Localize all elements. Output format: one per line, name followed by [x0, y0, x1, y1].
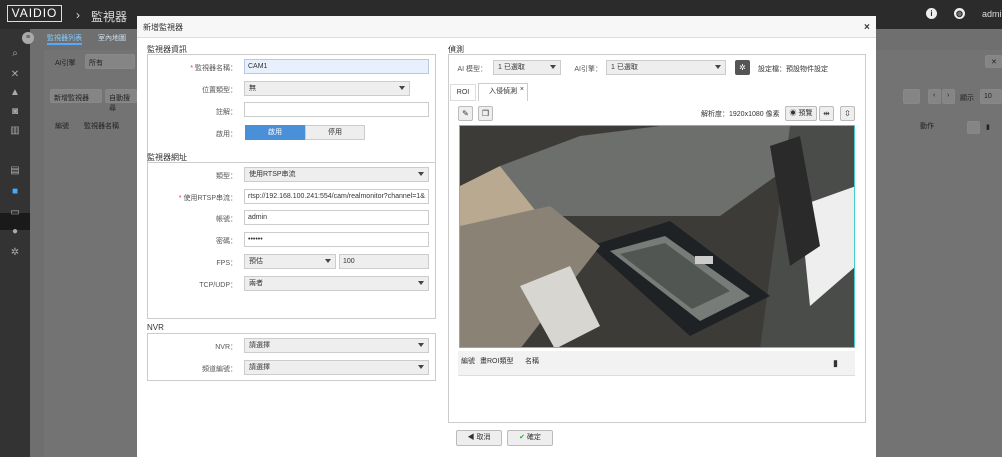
- channel-select[interactable]: 請選擇: [244, 360, 429, 375]
- tab-roi[interactable]: ROI: [450, 84, 476, 101]
- chevron-down-icon: [418, 343, 424, 347]
- rtsp-label: * 使用RTSP串流：: [178, 195, 237, 202]
- app-logo: VAIDIO: [7, 5, 62, 22]
- roi-col-type: 畫ROI類型: [480, 358, 514, 365]
- roi-col-name: 名稱: [525, 358, 539, 365]
- account-input[interactable]: admin: [244, 210, 429, 225]
- fps-value-input[interactable]: 100: [339, 254, 429, 269]
- chevron-down-icon: [418, 172, 424, 176]
- confirm-button[interactable]: ✔ 確定: [507, 430, 553, 446]
- chevron-down-icon: [418, 365, 424, 369]
- bg-col-id: 編號: [55, 123, 69, 130]
- preview-button[interactable]: ◉ 預覽: [785, 106, 817, 121]
- channel-label: 頻道編號：: [202, 366, 237, 373]
- face-scan-icon[interactable]: ◙: [8, 106, 22, 118]
- chevron-down-icon: [325, 259, 331, 263]
- bell-icon[interactable]: ▲: [8, 87, 22, 99]
- nvr-title: NVR: [147, 323, 164, 332]
- nvr-label: NVR：: [215, 344, 237, 351]
- url-type-select[interactable]: 使用RTSP串流: [244, 167, 429, 182]
- ai-engine-label: AI引擎：: [574, 66, 602, 73]
- chevron-down-icon: [418, 281, 424, 285]
- gear-icon[interactable]: ✲: [735, 60, 750, 75]
- breadcrumb-arrow: ›: [76, 8, 80, 22]
- bg-tab-indoor-map[interactable]: 室內地圖: [98, 33, 126, 43]
- location-type-select[interactable]: 無: [244, 81, 410, 96]
- chevron-down-icon: [715, 65, 721, 69]
- add-camera-modal: 新增監視器 × 監視器資訊 * 監視器名稱： CAM1 位置類型： 無 註解： …: [137, 16, 876, 457]
- modal-close-button[interactable]: ×: [864, 22, 870, 33]
- modal-title: 新增監視器: [143, 23, 183, 32]
- config-label: 設定檔：預設物件設定: [758, 66, 828, 73]
- password-input[interactable]: ••••••: [244, 232, 429, 247]
- copy-icon[interactable]: ❐: [478, 106, 493, 121]
- bg-prev-page-button[interactable]: ‹: [928, 89, 941, 104]
- enable-label: 啟用：: [216, 131, 237, 138]
- cancel-button[interactable]: ◀ 取消: [456, 430, 502, 446]
- nvr-select[interactable]: 請選擇: [244, 338, 429, 353]
- note-input[interactable]: [244, 102, 429, 117]
- resolution-text: 解析度：1920x1080 像素: [701, 111, 780, 118]
- enable-on-toggle[interactable]: 啟用: [245, 125, 305, 140]
- ai-engine-select[interactable]: 1 已選取: [606, 60, 726, 75]
- close-icon[interactable]: ×: [520, 82, 524, 98]
- password-label: 密碼：: [216, 238, 237, 245]
- bg-export-icon[interactable]: [903, 89, 920, 104]
- bg-show-label: 顯示: [960, 95, 974, 102]
- bg-ai-engine-select[interactable]: 所有: [85, 54, 135, 69]
- chart-icon[interactable]: ▥: [8, 125, 22, 137]
- globe-icon[interactable]: ◍: [954, 8, 965, 19]
- note-label: 註解：: [216, 109, 237, 116]
- bg-col-name: 監視器名稱: [84, 123, 119, 130]
- flip-horizontal-icon[interactable]: ⇹: [819, 106, 834, 121]
- server-icon[interactable]: ▭: [8, 207, 22, 219]
- roi-table-header: 編號 畫ROI類型 名稱 ▮: [458, 351, 855, 376]
- bg-add-camera-button[interactable]: 新增監視器: [50, 89, 102, 103]
- eye-icon: ◉: [789, 110, 797, 117]
- user-icon[interactable]: ●: [8, 226, 22, 238]
- bg-select-all-checkbox[interactable]: [967, 121, 980, 134]
- bg-next-page-button[interactable]: ›: [942, 89, 955, 104]
- protocol-label: TCP/UDP：: [199, 282, 237, 289]
- bg-close-icon[interactable]: ✕: [985, 55, 1002, 68]
- bg-ai-engine-label: AI引擎: [55, 60, 76, 67]
- location-type-label: 位置類型：: [202, 87, 237, 94]
- protocol-select[interactable]: 兩者: [244, 276, 429, 291]
- url-type-label: 類型：: [216, 173, 237, 180]
- user-menu[interactable]: admin: [982, 9, 1002, 19]
- pencil-icon[interactable]: ✎: [458, 106, 473, 121]
- roi-col-id: 編號: [461, 358, 475, 365]
- camera-icon[interactable]: ■: [8, 186, 22, 198]
- enable-off-toggle[interactable]: 停用: [305, 125, 365, 140]
- rtsp-url-input[interactable]: rtsp://192.168.100.241:554/cam/realmonit…: [244, 189, 429, 204]
- ai-model-label: AI 模型：: [457, 66, 487, 73]
- fps-label: FPS：: [216, 260, 237, 267]
- bg-tab-camera-list[interactable]: 監視器列表: [47, 33, 82, 45]
- page-title: 監視器: [91, 10, 128, 24]
- bg-col-action: 動作: [920, 123, 934, 130]
- menu-toggle-icon[interactable]: ≡: [22, 32, 34, 44]
- tab-intrusion[interactable]: 入侵偵測 ×: [478, 83, 528, 101]
- bg-trash-icon[interactable]: ▮: [986, 123, 990, 131]
- search-icon[interactable]: ⌕: [8, 48, 22, 60]
- flip-vertical-icon[interactable]: ⇳: [840, 106, 855, 121]
- modal-header: 新增監視器 ×: [137, 16, 876, 38]
- account-label: 帳號：: [216, 216, 237, 223]
- camera-frame-illustration: [460, 126, 854, 347]
- tools-icon[interactable]: ✕: [8, 69, 22, 81]
- document-icon[interactable]: ▤: [8, 165, 22, 177]
- camera-preview-image[interactable]: [459, 125, 855, 348]
- camera-name-input[interactable]: CAM1: [244, 59, 429, 74]
- settings-icon[interactable]: ✲: [8, 247, 22, 259]
- info-icon[interactable]: i: [926, 8, 937, 19]
- chevron-down-icon: [399, 86, 405, 90]
- fps-mode-select[interactable]: 預估: [244, 254, 336, 269]
- check-icon: ✔: [519, 434, 525, 441]
- camera-name-label: * 監視器名稱：: [190, 65, 237, 72]
- bg-page-size-select[interactable]: 10: [980, 89, 1002, 104]
- trash-icon[interactable]: ▮: [833, 358, 838, 369]
- bg-auto-search-button[interactable]: 自動搜尋: [105, 89, 137, 112]
- back-arrow-icon: ◀: [467, 434, 475, 441]
- sidebar: ⌕ ✕ ▲ ◙ ▥ ▤ ■ ▭ ● ✲: [0, 29, 30, 457]
